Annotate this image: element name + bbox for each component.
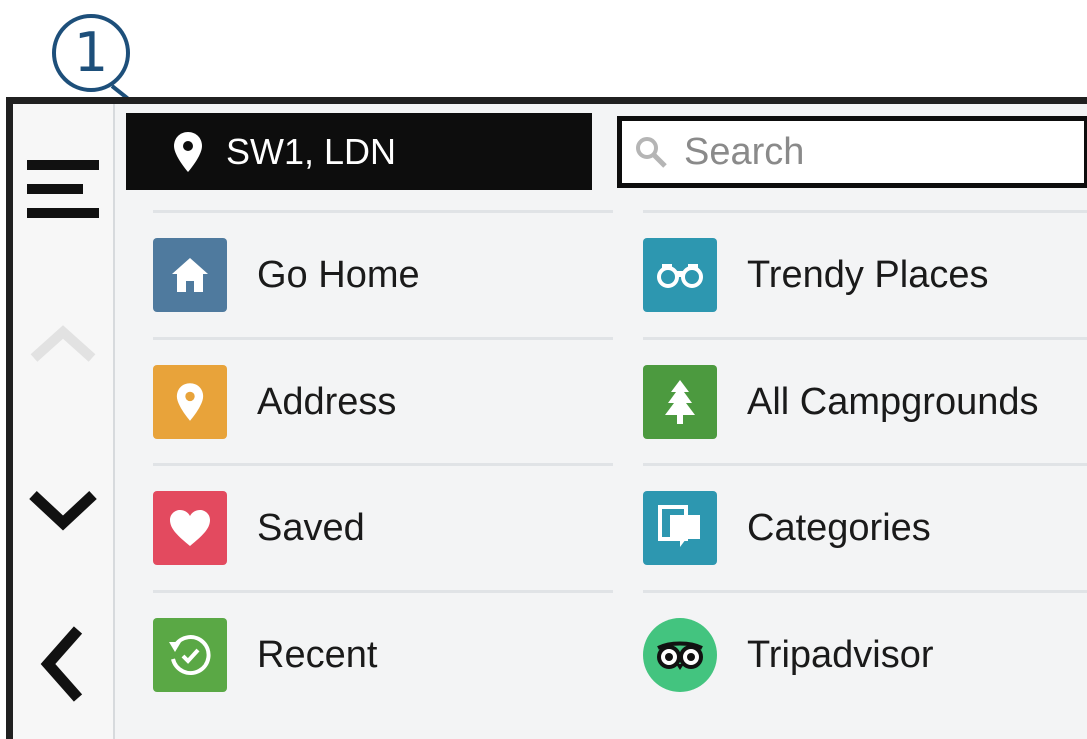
menu-item-label: All Campgrounds (747, 380, 1039, 423)
menu-item-label: Tripadvisor (747, 633, 934, 676)
divider (153, 590, 613, 593)
divider (153, 463, 613, 466)
callout-number: 1 (73, 21, 109, 84)
chevron-left-icon (40, 626, 83, 702)
divider (153, 337, 613, 340)
menu-item-trendy-places[interactable]: Trendy Places (643, 210, 1087, 336)
side-rail (13, 104, 115, 739)
binoculars-icon (643, 238, 717, 312)
main-area: SW1, LDN Go Home (113, 104, 1087, 739)
home-icon (153, 238, 227, 312)
chevron-down-icon (29, 490, 97, 531)
callout-number-badge: 1 (52, 14, 130, 92)
back-button[interactable] (13, 614, 113, 714)
menu-item-go-home[interactable]: Go Home (153, 210, 613, 336)
menu-item-tripadvisor[interactable]: Tripadvisor (643, 590, 1087, 716)
divider (643, 463, 1087, 466)
scroll-up-button[interactable] (13, 314, 113, 374)
chevron-up-icon (30, 325, 96, 362)
menu-item-recent[interactable]: Recent (153, 590, 613, 716)
categories-icon (643, 491, 717, 565)
divider (643, 210, 1087, 213)
menu-item-label: Address (257, 380, 397, 423)
heart-icon (153, 491, 227, 565)
menu-item-address[interactable]: Address (153, 337, 613, 463)
divider (153, 210, 613, 213)
location-pin-icon (174, 131, 202, 172)
menu-button[interactable] (13, 144, 113, 234)
search-icon (636, 137, 667, 168)
menu-item-label: Go Home (257, 253, 420, 296)
menu-item-label: Recent (257, 633, 378, 676)
tripadvisor-owl-icon (643, 618, 717, 692)
history-icon (153, 618, 227, 692)
location-text: SW1, LDN (226, 130, 397, 172)
tree-icon (643, 365, 717, 439)
menu-item-label: Saved (257, 506, 365, 549)
menu-item-categories[interactable]: Categories (643, 463, 1087, 589)
hamburger-menu-icon (27, 160, 99, 218)
search-input[interactable] (682, 129, 1066, 175)
device-screen: SW1, LDN Go Home (6, 97, 1087, 739)
search-near-location-button[interactable]: SW1, LDN (126, 113, 592, 190)
search-box[interactable] (617, 116, 1087, 188)
location-pin-icon (153, 365, 227, 439)
menu-item-saved[interactable]: Saved (153, 463, 613, 589)
divider (643, 337, 1087, 340)
menu-item-all-campgrounds[interactable]: All Campgrounds (643, 337, 1087, 463)
divider (643, 590, 1087, 593)
scroll-down-button[interactable] (13, 474, 113, 544)
menu-item-label: Trendy Places (747, 253, 989, 296)
menu-item-label: Categories (747, 506, 931, 549)
